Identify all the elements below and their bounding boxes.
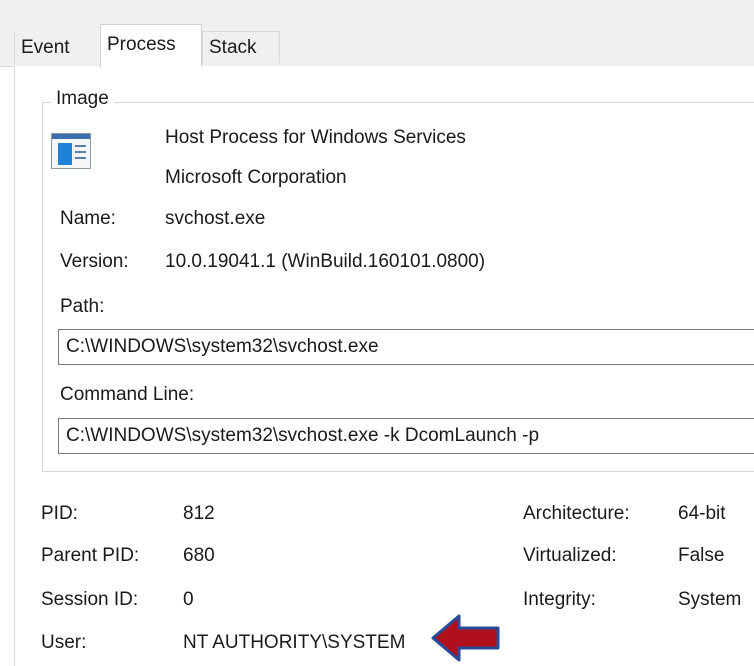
red-arrow-annotation-icon <box>431 614 500 662</box>
version-label: Version: <box>60 251 129 272</box>
process-tab-panel: Image Host Process for Windows Services … <box>14 66 754 666</box>
architecture-label: Architecture: <box>523 503 630 524</box>
pid-value: 812 <box>183 503 215 524</box>
command-line-field[interactable]: C:\WINDOWS\system32\svchost.exe -k DcomL… <box>58 418 754 454</box>
integrity-label: Integrity: <box>523 589 596 610</box>
tab-process[interactable]: Process <box>100 24 202 67</box>
image-group-title: Image <box>51 88 114 110</box>
image-description: Host Process for Windows Services <box>165 127 466 148</box>
command-line-label: Command Line: <box>60 384 195 405</box>
architecture-value: 64-bit <box>678 503 726 524</box>
user-label: User: <box>41 632 87 653</box>
virtualized-label: Virtualized: <box>523 545 617 566</box>
user-value: NT AUTHORITY\SYSTEM <box>183 632 406 653</box>
version-value: 10.0.19041.1 (WinBuild.160101.0800) <box>165 251 486 272</box>
image-groupbox: Image <box>42 88 754 472</box>
tab-event[interactable]: Event <box>14 32 100 64</box>
path-field[interactable]: C:\WINDOWS\system32\svchost.exe <box>58 329 754 365</box>
application-icon <box>51 133 91 169</box>
virtualized-value: False <box>678 545 725 566</box>
parent-pid-value: 680 <box>183 545 215 566</box>
parent-pid-label: Parent PID: <box>41 545 140 566</box>
tab-stack[interactable]: Stack <box>202 31 280 63</box>
image-company: Microsoft Corporation <box>165 167 347 188</box>
name-value: svchost.exe <box>165 208 266 229</box>
pid-label: PID: <box>41 503 78 524</box>
session-id-value: 0 <box>183 589 194 610</box>
path-label: Path: <box>60 296 105 317</box>
session-id-label: Session ID: <box>41 589 139 610</box>
tab-strip: Event Process Stack <box>0 0 754 67</box>
integrity-value: System <box>678 589 742 610</box>
name-label: Name: <box>60 208 116 229</box>
